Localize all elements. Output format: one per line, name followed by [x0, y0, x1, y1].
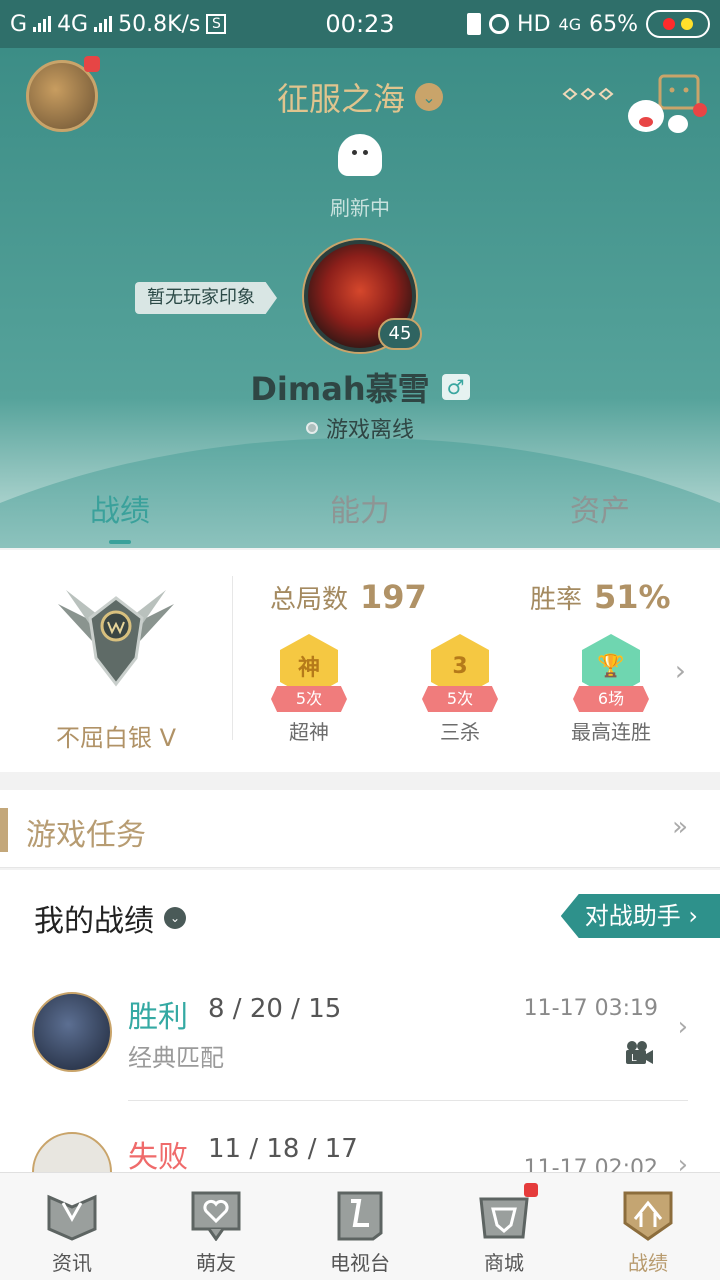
battery-saver-icon [467, 13, 482, 35]
silver-rank-emblem-icon [58, 590, 174, 687]
stats-card[interactable]: 不屈白银 V 总局数 197 胜率 51% 神 5次 超神 3 5次 三杀 🏆 … [0, 550, 720, 772]
match-time: 11-17 02:02 [523, 1156, 658, 1172]
battle-assistant-button[interactable]: 对战助手 › [560, 894, 720, 938]
refresh-status: 刷新中 [330, 196, 390, 220]
friends-icon [191, 1191, 241, 1241]
my-records-header[interactable]: 我的战绩 ⌄ [34, 896, 186, 940]
nav-shop[interactable]: 商城 [432, 1173, 576, 1280]
signal-icon-2 [94, 16, 113, 32]
recording-indicator-icon [646, 10, 710, 38]
nav-record[interactable]: 战绩 [576, 1173, 720, 1280]
total-games: 总局数 197 [270, 578, 427, 616]
total-games-value: 197 [360, 578, 427, 616]
chevron-right-icon: › [677, 1150, 688, 1172]
status-dot-icon [305, 422, 318, 434]
tab-assets[interactable]: 资产 [480, 486, 720, 548]
achievement-win-streak[interactable]: 🏆 6场 最高连胜 [556, 634, 666, 745]
game-tasks-row[interactable]: 游戏任务 » [0, 790, 720, 868]
achievement-count: 5次 [422, 686, 498, 712]
online-status-text: 游戏离线 [325, 418, 414, 443]
level-badge: 45 [378, 318, 422, 350]
hero-avatar [32, 992, 112, 1072]
win-rate-label: 胜率 [530, 585, 583, 615]
match-kda: 11 / 18 / 17 [208, 1134, 358, 1164]
achievement-count: 6场 [573, 686, 649, 712]
achievement-name: 三杀 [440, 720, 480, 744]
nav-label: 萌友 [196, 1251, 236, 1275]
record-icon [623, 1191, 673, 1241]
match-result: 失败 [128, 1140, 188, 1172]
carrier2-label: 4G [57, 11, 89, 37]
status-bar: G 4G 50.8K/s S 00:23 HD 4G 65% [0, 0, 720, 48]
player-name: Dimah慕雪 [250, 370, 430, 408]
tab-record[interactable]: 战绩 [0, 486, 240, 548]
achievement-triple-kill[interactable]: 3 5次 三杀 [405, 634, 515, 745]
match-result: 胜利 [128, 1000, 188, 1035]
nav-label: 战绩 [628, 1251, 668, 1275]
achievement-name: 超神 [289, 720, 329, 744]
svg-text:L: L [631, 1053, 637, 1064]
player-impression-tag[interactable]: 暂无玩家印象 [135, 282, 277, 314]
nav-label: 电视台 [330, 1251, 390, 1275]
tv-icon [337, 1191, 383, 1241]
match-time: 11-17 03:19 [523, 996, 658, 1021]
match-mode: 经典匹配 [128, 1044, 224, 1072]
news-icon [47, 1194, 97, 1241]
network-type: 4G [558, 14, 582, 34]
achievement-godlike[interactable]: 神 5次 超神 [254, 634, 364, 745]
win-rate: 胜率 51% [530, 578, 671, 616]
game-tasks-title: 游戏任务 [26, 818, 146, 853]
rank-name: 不屈白银 V [55, 724, 177, 752]
achievement-name: 最高连胜 [571, 720, 651, 744]
profile-tabs: 战绩 能力 资产 [0, 486, 720, 548]
notification-badge [84, 56, 100, 72]
battery-level: 65% [589, 11, 638, 37]
online-status: 游戏离线 [0, 412, 720, 444]
replay-camera-icon[interactable]: L [624, 1040, 654, 1066]
my-records-title: 我的战绩 [34, 904, 154, 939]
achievement-count: 5次 [271, 686, 347, 712]
chevron-down-icon: ⌄ [164, 907, 186, 929]
total-games-label: 总局数 [270, 585, 349, 615]
hero-avatar [32, 1132, 112, 1172]
nav-label: 资讯 [52, 1251, 92, 1275]
nav-friends[interactable]: 萌友 [144, 1173, 288, 1280]
hd-label: HD [517, 11, 551, 37]
match-row[interactable]: 胜利 8 / 20 / 15 经典匹配 11-17 03:19 L › [0, 992, 720, 1122]
mascot-decoration-icon[interactable] [560, 68, 710, 148]
player-name-row: Dimah慕雪 ♂ [0, 364, 720, 410]
signal-icon [33, 16, 52, 32]
s-icon: S [206, 14, 227, 34]
match-row[interactable]: 失败 11 / 18 / 17 11-17 02:02 › [0, 1132, 720, 1172]
tab-ability[interactable]: 能力 [240, 486, 480, 548]
chevron-right-icon[interactable]: › [675, 654, 686, 687]
alarm-icon [489, 14, 510, 34]
chevron-down-icon: ⌄ [415, 83, 443, 111]
male-gender-icon: ♂ [441, 374, 470, 400]
my-records-section: 我的战绩 ⌄ 对战助手 › 胜利 8 / 20 / 15 经典匹配 11-17 … [0, 870, 720, 1172]
profile-header: 征服之海 ⌄ 刷新中 暂无玩家印象 45 Dimah慕雪 ♂ 游戏离线 战绩 能… [0, 48, 720, 548]
server-name: 征服之海 [276, 80, 405, 118]
bottom-navigation: 资讯 萌友 电视台 商城 战绩 [0, 1172, 720, 1280]
chevron-right-icon: » [672, 812, 688, 842]
nav-news[interactable]: 资讯 [0, 1173, 144, 1280]
match-kda: 8 / 20 / 15 [208, 994, 342, 1024]
shop-icon [479, 1197, 529, 1239]
carrier1-label: G [10, 11, 28, 37]
win-rate-value: 51% [594, 578, 671, 616]
nav-label: 商城 [484, 1251, 524, 1275]
network-speed: 50.8K/s [118, 11, 201, 37]
refresh-mascot-icon [338, 134, 382, 176]
nav-tv[interactable]: 电视台 [288, 1173, 432, 1280]
chevron-right-icon: › [677, 1012, 688, 1042]
nav-badge [524, 1183, 538, 1197]
